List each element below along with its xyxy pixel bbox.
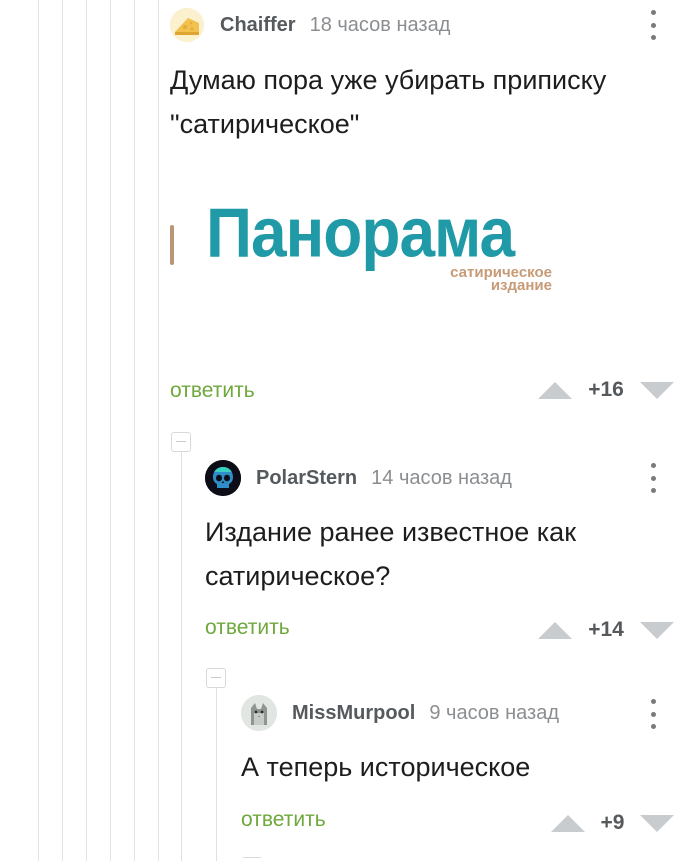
rating-controls: +9: [551, 811, 674, 835]
avatar[interactable]: [170, 8, 204, 42]
author-name[interactable]: Chaiffer: [220, 14, 296, 37]
more-options-icon[interactable]: [641, 461, 665, 495]
comment-header: Chaiffer 18 часов назад: [170, 7, 450, 43]
comment-text-line: "сатирическое": [170, 109, 360, 139]
downvote-icon[interactable]: [640, 814, 674, 832]
reply-link[interactable]: ответить: [205, 616, 290, 640]
comment-header: PolarStern 14 часов назад: [205, 460, 512, 496]
comment-polarstern: PolarStern 14 часов назад Издание ранее …: [0, 440, 700, 660]
comment-header: MissMurpool 9 часов назад: [241, 695, 559, 731]
logo-subtitle: сатирическое издание: [422, 265, 552, 293]
upvote-icon[interactable]: [551, 814, 585, 832]
comment-time[interactable]: 18 часов назад: [310, 14, 451, 37]
comment-text: Думаю пора уже убирать приписку "сатирич…: [170, 58, 670, 146]
next-collapse-edge: [243, 857, 261, 862]
comment-text: Издание ранее известное как сатирическое…: [205, 510, 675, 598]
rating-score: +14: [588, 618, 624, 641]
downvote-icon[interactable]: [640, 381, 674, 399]
reply-link[interactable]: ответить: [170, 379, 255, 403]
reply-link[interactable]: ответить: [241, 808, 326, 832]
rating-score: +9: [600, 811, 625, 834]
comment-image[interactable]: Панорама сатирическое издание: [170, 190, 570, 310]
more-options-icon[interactable]: [641, 697, 665, 731]
rating-controls: +14: [538, 618, 674, 642]
upvote-icon[interactable]: [538, 621, 572, 639]
avatar[interactable]: [241, 695, 277, 731]
comment-text-line: А теперь историческое: [241, 752, 531, 782]
author-name[interactable]: PolarStern: [256, 467, 357, 490]
logo-title: Панорама: [206, 194, 515, 272]
comment-chaiffer: Chaiffer 18 часов назад Думаю пора уже у…: [0, 0, 700, 420]
upvote-icon[interactable]: [538, 381, 572, 399]
comment-text: А теперь историческое: [241, 745, 681, 789]
more-options-icon[interactable]: [641, 8, 665, 42]
comment-missmurpool: MissMurpool 9 часов назад А теперь истор…: [0, 680, 700, 861]
rating-score: +16: [588, 378, 624, 401]
comment-text-line: Издание ранее известное как: [205, 517, 577, 547]
comment-time[interactable]: 14 часов назад: [371, 467, 512, 490]
image-left-edge: [170, 225, 174, 265]
rating-controls: +16: [538, 378, 674, 402]
comment-text-line: Думаю пора уже убирать приписку: [170, 65, 607, 95]
cat-avatar-icon: [241, 695, 277, 731]
skull-avatar-icon: [205, 460, 241, 496]
author-name[interactable]: MissMurpool: [292, 702, 415, 725]
comment-text-line: сатирическое?: [205, 561, 391, 591]
cheese-avatar-icon: [170, 8, 204, 42]
comment-time[interactable]: 9 часов назад: [429, 702, 559, 725]
downvote-icon[interactable]: [640, 621, 674, 639]
avatar[interactable]: [205, 460, 241, 496]
